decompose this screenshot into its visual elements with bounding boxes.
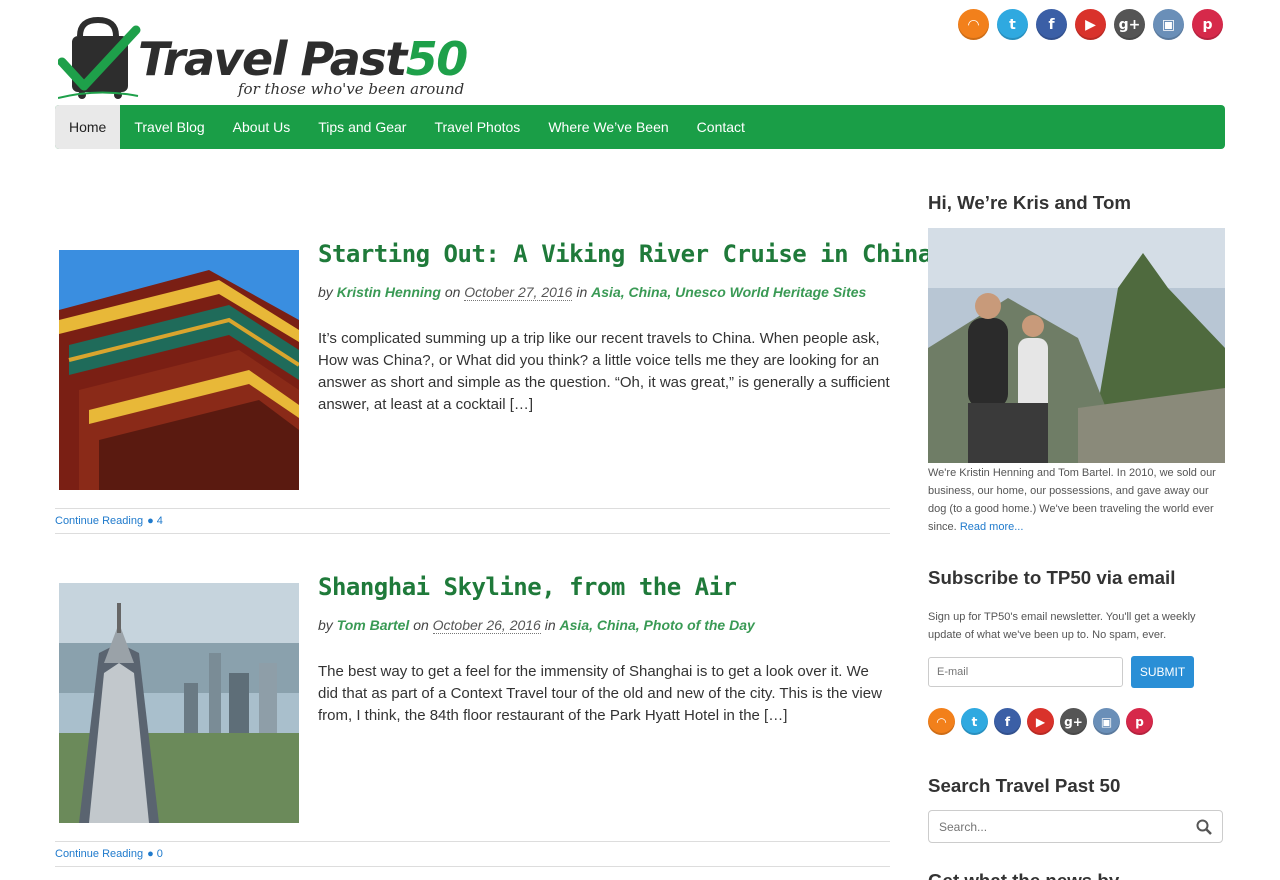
read-more-link[interactable]: Read more... — [960, 521, 1024, 533]
continue-reading-link[interactable]: Continue Reading — [55, 848, 143, 860]
post-footer: Continue Reading ● 0 — [55, 841, 890, 867]
search-input[interactable] — [928, 810, 1223, 843]
nav-travel-blog[interactable]: Travel Blog — [120, 105, 218, 149]
post-date: October 26, 2016 — [432, 617, 541, 634]
comment-icon: ● — [147, 515, 154, 527]
post-categories-links[interactable]: Asia, China, Unesco World Heritage Sites — [591, 284, 866, 300]
about-photo — [928, 228, 1225, 463]
site-name: Travel Past50 — [138, 32, 468, 86]
post-title[interactable]: Starting Out: A Viking River Cruise in C… — [318, 240, 932, 268]
nav-travel-photos[interactable]: Travel Photos — [420, 105, 534, 149]
nav-about-us[interactable]: About Us — [219, 105, 305, 149]
nav-tips-and-gear[interactable]: Tips and Gear — [304, 105, 420, 149]
twitter-icon[interactable]: t — [961, 708, 988, 735]
pinterest-icon[interactable]: p — [1126, 708, 1153, 735]
search-widget-title: Search Travel Past 50 — [928, 775, 1121, 796]
post-date: October 27, 2016 — [464, 284, 573, 301]
youtube-icon[interactable]: ▶ — [1027, 708, 1054, 735]
rss-icon[interactable]: ◠ — [958, 9, 989, 40]
instagram-icon[interactable]: ▣ — [1153, 9, 1184, 40]
facebook-icon[interactable]: f — [1036, 9, 1067, 40]
blog-post: Starting Out: A Viking River Cruise in C… — [55, 240, 932, 535]
instagram-icon[interactable]: ▣ — [1093, 708, 1120, 735]
post-thumbnail-forbidden-city[interactable] — [59, 250, 299, 490]
site-logo[interactable]: Travel Past50 for those who've been arou… — [58, 16, 468, 100]
social-links-header: ◠ t f ▶ g+ ▣ p — [958, 9, 1223, 40]
blog-post: Shanghai Skyline, from the Air by Tom Ba… — [55, 573, 890, 868]
googleplus-icon[interactable]: g+ — [1114, 9, 1145, 40]
facebook-icon[interactable]: f — [994, 708, 1021, 735]
submit-button[interactable]: SUBMIT — [1131, 656, 1194, 688]
luggage-check-icon — [58, 16, 141, 99]
post-author-link[interactable]: Tom Bartel — [337, 617, 410, 633]
about-bio: We're Kristin Henning and Tom Bartel. In… — [928, 467, 1216, 533]
nav-where-weve-been[interactable]: Where We’ve Been — [534, 105, 682, 149]
post-excerpt: It’s complicated summing up a trip like … — [318, 330, 890, 413]
main-nav: Home Travel Blog About Us Tips and Gear … — [55, 105, 1225, 149]
post-title[interactable]: Shanghai Skyline, from the Air — [318, 573, 737, 601]
nav-contact[interactable]: Contact — [683, 105, 759, 149]
post-footer: Continue Reading ● 4 — [55, 508, 890, 534]
site-tagline: for those who've been around — [238, 80, 465, 98]
comment-icon: ● — [147, 848, 154, 860]
email-field[interactable] — [928, 657, 1123, 687]
post-categories-links[interactable]: Asia, China, Photo of the Day — [560, 617, 755, 633]
post-author-link[interactable]: Kristin Henning — [337, 284, 441, 300]
youtube-icon[interactable]: ▶ — [1075, 9, 1106, 40]
about-widget-title: Hi, We’re Kris and Tom — [928, 192, 1132, 213]
comment-count-link[interactable]: ● 4 — [147, 515, 163, 527]
search-icon[interactable] — [1196, 819, 1212, 835]
next-widget-title: Get what the news by... — [928, 870, 1225, 880]
comment-count-link[interactable]: ● 0 — [147, 848, 163, 860]
rss-icon[interactable]: ◠ — [928, 708, 955, 735]
post-meta: by Tom Bartel on October 26, 2016 in Asi… — [318, 617, 755, 634]
twitter-icon[interactable]: t — [997, 9, 1028, 40]
nav-home[interactable]: Home — [55, 105, 121, 149]
social-links-sidebar: ◠ t f ▶ g+ ▣ p — [928, 708, 1225, 735]
post-excerpt: The best way to get a feel for the immen… — [318, 663, 882, 724]
continue-reading-link[interactable]: Continue Reading — [55, 515, 143, 527]
googleplus-icon[interactable]: g+ — [1060, 708, 1087, 735]
subscribe-widget-title: Subscribe to TP50 via email — [928, 567, 1176, 588]
post-thumbnail-shanghai-skyline[interactable] — [59, 583, 299, 823]
pinterest-icon[interactable]: p — [1192, 9, 1223, 40]
subscribe-description: Sign up for TP50's email newsletter. You… — [928, 611, 1196, 641]
post-meta: by Kristin Henning on October 27, 2016 i… — [318, 284, 867, 301]
